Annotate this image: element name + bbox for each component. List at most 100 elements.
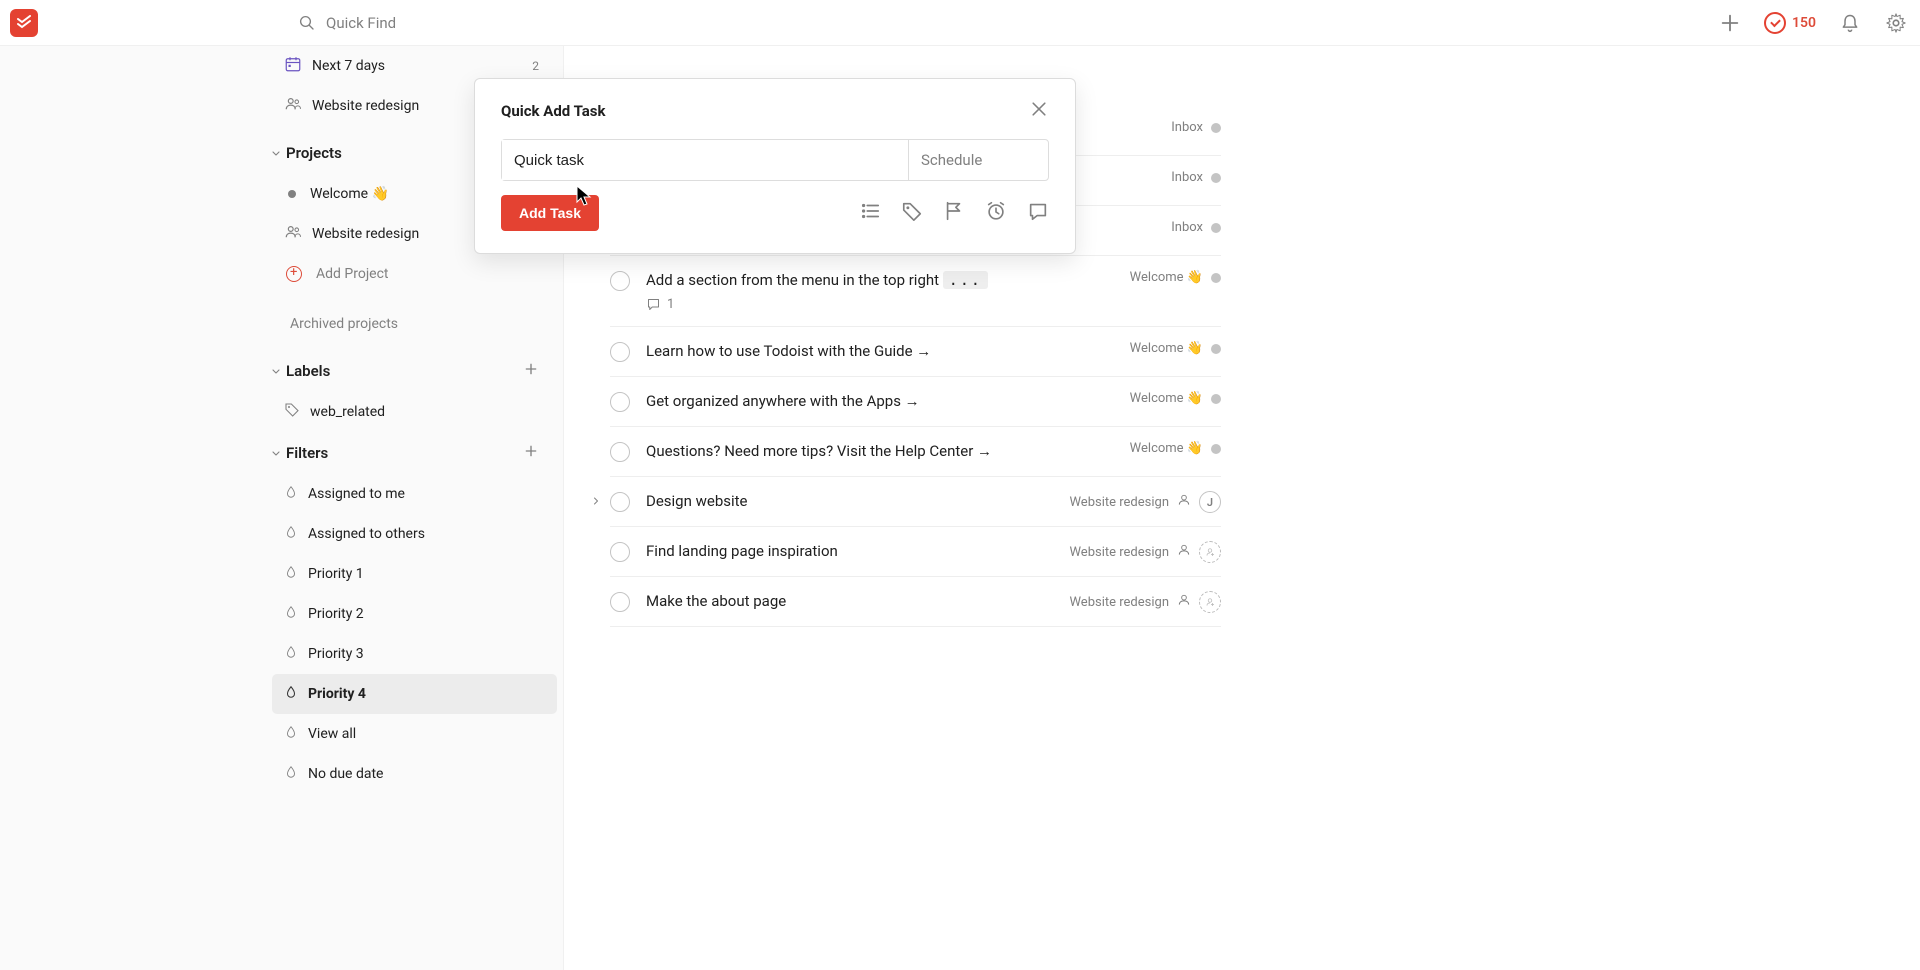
sidebar-filter-p1[interactable]: Priority 1 bbox=[272, 554, 557, 594]
task-title: Learn how to use Todoist with the Guide … bbox=[646, 342, 931, 360]
task-row[interactable]: Learn how to use Todoist with the Guide … bbox=[610, 327, 1221, 377]
search-icon bbox=[298, 14, 316, 32]
notifications-icon[interactable] bbox=[1838, 11, 1862, 35]
project-dot-icon bbox=[1211, 173, 1221, 183]
add-task-button[interactable]: Add Task bbox=[501, 195, 599, 231]
people-icon bbox=[1177, 493, 1191, 511]
filter-drop-icon bbox=[284, 685, 298, 703]
close-icon[interactable] bbox=[1029, 99, 1049, 123]
sidebar-filter-p4[interactable]: Priority 4 bbox=[272, 674, 557, 714]
karma-score-value: 150 bbox=[1792, 15, 1816, 31]
task-title: Design website bbox=[646, 492, 748, 510]
filter-label: Priority 1 bbox=[308, 566, 364, 582]
next7-label: Next 7 days bbox=[312, 58, 385, 74]
tag-icon bbox=[284, 402, 300, 422]
add-filter-icon[interactable] bbox=[523, 443, 539, 463]
task-project-label[interactable]: Inbox bbox=[1171, 120, 1203, 135]
task-project-label[interactable]: Welcome 👋 bbox=[1130, 391, 1203, 406]
welcome-label: Welcome 👋 bbox=[310, 186, 389, 202]
sidebar-filter-p3[interactable]: Priority 3 bbox=[272, 634, 557, 674]
task-comments[interactable]: 1 bbox=[646, 297, 1221, 312]
assign-button[interactable] bbox=[1199, 591, 1221, 613]
filter-drop-icon bbox=[284, 485, 298, 503]
task-row[interactable]: Find landing page inspiration Website re… bbox=[610, 527, 1221, 577]
assign-button[interactable] bbox=[1199, 541, 1221, 563]
people-icon bbox=[1177, 593, 1191, 611]
task-checkbox-icon[interactable] bbox=[610, 542, 630, 562]
task-project-label[interactable]: Website redesign bbox=[1069, 595, 1169, 610]
task-title: Add a section from the menu in the top r… bbox=[646, 271, 988, 289]
sidebar-section-labels[interactable]: Labels bbox=[272, 350, 557, 392]
task-title-text: Add a section from the menu in the top r… bbox=[646, 271, 939, 289]
priority-flag-icon[interactable] bbox=[943, 200, 965, 226]
comment-icon[interactable] bbox=[1027, 200, 1049, 226]
task-row[interactable]: Get organized anywhere with the Apps → W… bbox=[610, 377, 1221, 427]
plus-circle-icon bbox=[286, 266, 302, 282]
archived-projects-label[interactable]: Archived projects bbox=[272, 294, 557, 350]
labels-header-label: Labels bbox=[286, 362, 523, 380]
task-checkbox-icon[interactable] bbox=[610, 342, 630, 362]
task-title: Make the about page bbox=[646, 592, 786, 610]
chevron-right-icon[interactable] bbox=[590, 495, 602, 511]
assignee-avatar[interactable]: J bbox=[1199, 491, 1221, 513]
project-dot-icon bbox=[1211, 344, 1221, 354]
schedule-field[interactable]: Schedule bbox=[908, 140, 1048, 180]
task-project-label[interactable]: Welcome 👋 bbox=[1130, 441, 1203, 456]
sidebar-filter-assigned-me[interactable]: Assigned to me bbox=[272, 474, 557, 514]
filter-label: No due date bbox=[308, 766, 383, 782]
task-row[interactable]: Add a section from the menu in the top r… bbox=[610, 256, 1221, 327]
task-project-label[interactable]: Welcome 👋 bbox=[1130, 270, 1203, 285]
task-project-label[interactable]: Website redesign bbox=[1069, 495, 1169, 510]
people-icon bbox=[284, 223, 302, 245]
task-checkbox-icon[interactable] bbox=[610, 392, 630, 412]
project-dot-icon bbox=[1211, 123, 1221, 133]
project-dot-icon bbox=[1211, 394, 1221, 404]
comment-count: 1 bbox=[667, 297, 674, 312]
task-checkbox-icon[interactable] bbox=[610, 442, 630, 462]
ellipsis-chip: ... bbox=[943, 271, 988, 289]
quick-find[interactable]: Quick Find bbox=[298, 14, 396, 32]
filter-drop-icon bbox=[284, 565, 298, 583]
modal-title: Quick Add Task bbox=[501, 102, 606, 120]
task-project-label[interactable]: Welcome 👋 bbox=[1130, 341, 1203, 356]
project-dot-icon bbox=[1211, 273, 1221, 283]
sidebar-filter-no-due[interactable]: No due date bbox=[272, 754, 557, 794]
filter-drop-icon bbox=[284, 645, 298, 663]
sidebar-section-filters[interactable]: Filters bbox=[272, 432, 557, 474]
task-checkbox-icon[interactable] bbox=[610, 271, 630, 291]
filter-label: Assigned to others bbox=[308, 526, 425, 542]
chevron-down-icon bbox=[266, 365, 286, 377]
project-picker-icon[interactable] bbox=[859, 200, 881, 226]
karma-score[interactable]: 150 bbox=[1764, 12, 1816, 34]
sidebar-filter-assigned-others[interactable]: Assigned to others bbox=[272, 514, 557, 554]
people-icon bbox=[1177, 543, 1191, 561]
project-dot-icon bbox=[1211, 223, 1221, 233]
settings-gear-icon[interactable] bbox=[1884, 11, 1908, 35]
task-checkbox-icon[interactable] bbox=[610, 592, 630, 612]
brand-logo[interactable] bbox=[10, 9, 38, 37]
filters-header-label: Filters bbox=[286, 444, 523, 462]
task-row[interactable]: Design website Website redesign J bbox=[610, 477, 1221, 527]
sidebar-add-project[interactable]: Add Project bbox=[272, 254, 557, 294]
task-name-input[interactable] bbox=[502, 140, 908, 180]
add-label-icon[interactable] bbox=[523, 361, 539, 381]
task-row[interactable]: Make the about page Website redesign bbox=[610, 577, 1221, 627]
sidebar-filter-p2[interactable]: Priority 2 bbox=[272, 594, 557, 634]
task-project-label[interactable]: Inbox bbox=[1171, 170, 1203, 185]
sidebar-filter-view-all[interactable]: View all bbox=[272, 714, 557, 754]
project-dot-icon bbox=[288, 190, 296, 198]
chevron-down-icon bbox=[266, 147, 286, 159]
task-row[interactable]: Questions? Need more tips? Visit the Hel… bbox=[610, 427, 1221, 477]
task-title: Find landing page inspiration bbox=[646, 542, 838, 560]
quick-add-icon[interactable] bbox=[1718, 11, 1742, 35]
task-project-label[interactable]: Inbox bbox=[1171, 220, 1203, 235]
sidebar-label-web-related[interactable]: web_related bbox=[272, 392, 557, 432]
task-title: Get organized anywhere with the Apps → bbox=[646, 392, 920, 410]
reminder-clock-icon[interactable] bbox=[985, 200, 1007, 226]
task-project-label[interactable]: Website redesign bbox=[1069, 545, 1169, 560]
filter-drop-icon bbox=[284, 765, 298, 783]
comment-icon bbox=[646, 297, 661, 312]
task-checkbox-icon[interactable] bbox=[610, 492, 630, 512]
label-picker-icon[interactable] bbox=[901, 200, 923, 226]
karma-ring-icon bbox=[1764, 12, 1786, 34]
